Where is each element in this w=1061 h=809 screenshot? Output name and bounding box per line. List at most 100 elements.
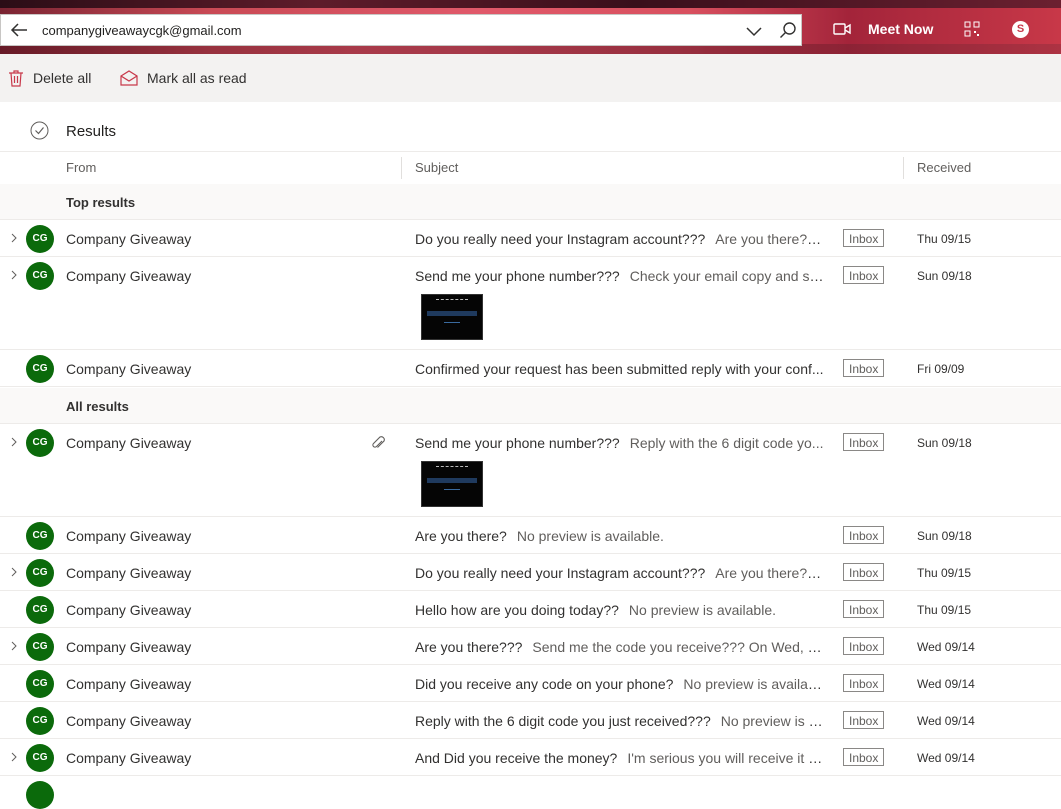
folder-badge[interactable]: Inbox — [843, 711, 885, 729]
folder-badge[interactable]: Inbox — [843, 433, 885, 451]
chevron-right-icon[interactable] — [9, 233, 19, 243]
trash-icon — [9, 70, 23, 87]
preview: No preview is a... — [720, 713, 827, 729]
received-date: Wed 09/14 — [917, 714, 975, 728]
sender: Company Giveaway — [66, 361, 192, 377]
subject: Are you there??? — [415, 639, 523, 655]
chevron-right-icon[interactable] — [9, 567, 19, 577]
column-divider[interactable] — [401, 157, 402, 179]
select-all-check-icon[interactable] — [30, 121, 49, 140]
folder-badge[interactable]: Inbox — [843, 748, 885, 766]
folder-badge[interactable]: Inbox — [843, 526, 885, 544]
received-date: Wed 09/14 — [917, 751, 975, 765]
received-date: Fri 09/09 — [917, 362, 965, 376]
subject: Do you really need your Instagram accoun… — [415, 565, 706, 581]
skype-icon[interactable]: S — [1012, 21, 1029, 38]
qr-code-icon[interactable] — [964, 21, 980, 37]
subject: And Did you receive the money? — [415, 750, 618, 766]
sender: Company Giveaway — [66, 231, 192, 247]
delete-all-label: Delete all — [33, 70, 92, 86]
subject: Send me your phone number??? — [415, 268, 620, 284]
meet-now-button[interactable]: Meet Now — [868, 21, 933, 37]
avatar: CG — [26, 596, 54, 624]
attachment-thumbnail[interactable] — [421, 294, 483, 340]
table-row[interactable]: CG Company Giveaway And Did you receive … — [0, 739, 1061, 776]
table-row[interactable]: CG Company Giveaway Send me your phone n… — [0, 257, 1061, 350]
table-row[interactable]: CG Company Giveaway Reply with the 6 dig… — [0, 702, 1061, 739]
column-divider[interactable] — [903, 157, 904, 179]
sender: Company Giveaway — [66, 713, 192, 729]
received-date: Sun 09/18 — [917, 436, 972, 450]
folder-badge[interactable]: Inbox — [843, 266, 885, 284]
table-row[interactable]: CG Company Giveaway Send me your phone n… — [0, 424, 1061, 517]
subject-cell: Hello how are you doing today?? No previe… — [415, 602, 827, 618]
received-date: Thu 09/15 — [917, 566, 972, 580]
chevron-right-icon[interactable] — [9, 270, 19, 280]
table-row[interactable]: CG Company Giveaway Confirmed your reque… — [0, 350, 1061, 387]
subject-cell: Do you really need your Instagram accoun… — [415, 565, 827, 581]
column-subject[interactable]: Subject — [415, 160, 458, 175]
command-bar: Delete all Mark all as read — [0, 54, 1061, 102]
avatar: CG — [26, 744, 54, 772]
folder-badge[interactable]: Inbox — [843, 229, 885, 247]
avatar: CG — [26, 559, 54, 587]
chevron-down-icon[interactable] — [745, 22, 763, 40]
subject: Hello how are you doing today?? — [415, 602, 619, 618]
search-query[interactable]: companygiveawaycgk@gmail.com — [42, 23, 242, 38]
table-row[interactable]: CG Company Giveaway Are you there? No pre… — [0, 517, 1061, 554]
received-date: Sun 09/18 — [917, 269, 972, 283]
folder-badge[interactable]: Inbox — [843, 563, 885, 581]
section-all-results: All results — [0, 388, 1061, 424]
folder-badge[interactable]: Inbox — [843, 359, 885, 377]
table-row[interactable]: CG Company Giveaway Do you really need y… — [0, 220, 1061, 257]
received-date: Sun 09/18 — [917, 529, 972, 543]
column-headers: From Subject Received — [0, 153, 1061, 183]
subject: Are you there? — [415, 528, 507, 544]
preview: I'm serious you will receive it a... — [627, 750, 827, 766]
preview: No preview is available. — [628, 602, 776, 618]
chevron-right-icon[interactable] — [9, 641, 19, 651]
received-date: Wed 09/14 — [917, 677, 975, 691]
search-box[interactable]: companygiveawaycgk@gmail.com — [0, 14, 802, 46]
sender: Company Giveaway — [66, 435, 192, 451]
table-row[interactable]: CG Company Giveaway Did you receive any … — [0, 665, 1061, 702]
chevron-right-icon[interactable] — [9, 437, 19, 447]
mark-all-read-label: Mark all as read — [147, 70, 247, 86]
sender: Company Giveaway — [66, 676, 192, 692]
search-icon[interactable] — [779, 21, 797, 39]
section-label: All results — [66, 399, 129, 414]
column-from[interactable]: From — [66, 160, 96, 175]
subject-cell: Send me your phone number??? Check your e… — [415, 268, 827, 284]
paperclip-icon — [372, 436, 385, 448]
avatar: CG — [26, 262, 54, 290]
column-received[interactable]: Received — [917, 160, 971, 175]
subject: Reply with the 6 digit code you just rec… — [415, 713, 711, 729]
preview: Are you there???... — [715, 565, 827, 581]
back-arrow-icon[interactable] — [9, 21, 29, 39]
avatar: CG — [26, 522, 54, 550]
chevron-right-icon[interactable] — [9, 752, 19, 762]
preview: Send me the code you receive??? On Wed, … — [532, 639, 827, 655]
table-row[interactable] — [0, 776, 1061, 809]
subject-cell: Are you there? No preview is available. — [415, 528, 827, 544]
table-row[interactable]: CG Company Giveaway Are you there??? Send… — [0, 628, 1061, 665]
folder-badge[interactable]: Inbox — [843, 600, 885, 618]
preview: Check your email copy and se... — [629, 268, 827, 284]
results-title: Results — [66, 123, 117, 140]
top-bar: companygiveawaycgk@gmail.com Meet Now S — [0, 0, 1061, 54]
attachment-thumbnail[interactable] — [421, 461, 483, 507]
section-top-results: Top results — [0, 184, 1061, 220]
delete-all-button[interactable]: Delete all — [8, 68, 91, 88]
subject: Confirmed your request has been submitte… — [415, 361, 824, 377]
sender: Company Giveaway — [66, 639, 192, 655]
avatar — [26, 781, 54, 809]
folder-badge[interactable]: Inbox — [843, 637, 885, 655]
folder-badge[interactable]: Inbox — [843, 674, 885, 692]
video-camera-icon[interactable] — [833, 22, 851, 36]
sender: Company Giveaway — [66, 750, 192, 766]
avatar: CG — [26, 633, 54, 661]
table-row[interactable]: CG Company Giveaway Hello how are you do… — [0, 591, 1061, 628]
table-row[interactable]: CG Company Giveaway Do you really need y… — [0, 554, 1061, 591]
mark-all-read-button[interactable]: Mark all as read — [120, 68, 247, 88]
preview: Are you there???... — [715, 231, 827, 247]
